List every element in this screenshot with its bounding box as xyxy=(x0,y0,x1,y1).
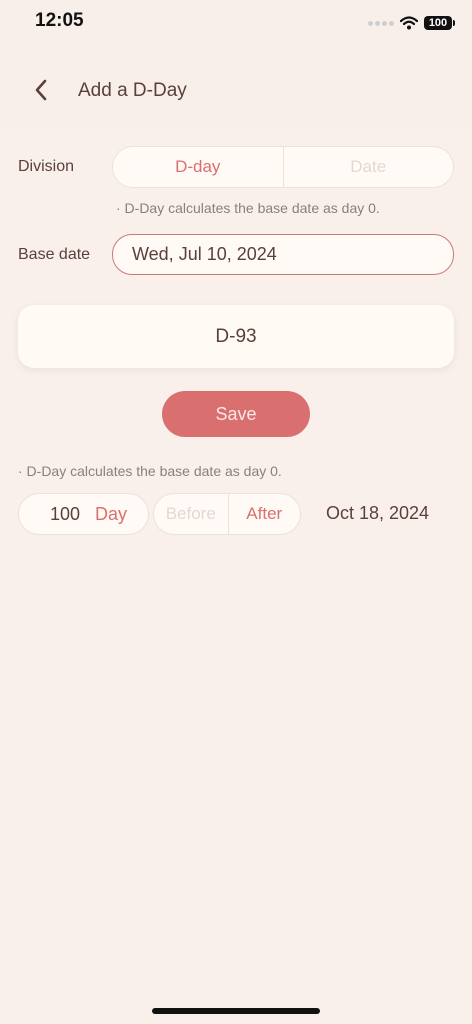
division-option-dday[interactable]: D-day xyxy=(113,147,284,187)
division-option-date[interactable]: Date xyxy=(284,147,454,187)
direction-option-after[interactable]: After xyxy=(229,494,301,534)
status-icons: 100 xyxy=(368,16,455,30)
cellular-signal-icon xyxy=(368,20,394,26)
wifi-icon xyxy=(400,16,418,30)
calculator-note: · D-Day calculates the base date as day … xyxy=(18,463,282,479)
page-title: Add a D-Day xyxy=(78,80,187,101)
calculated-date: Oct 18, 2024 xyxy=(326,503,430,523)
back-chevron-icon[interactable] xyxy=(28,76,56,104)
direction-option-before[interactable]: Before xyxy=(154,494,229,534)
status-time: 12:05 xyxy=(35,10,84,31)
dday-result-value: D-93 xyxy=(215,325,257,347)
base-date-field[interactable]: Wed, Jul 10, 2024 xyxy=(112,234,454,275)
dday-result-card: D-93 xyxy=(18,305,454,368)
direction-segmented-control: Before After xyxy=(153,493,301,535)
save-button[interactable]: Save xyxy=(162,391,310,437)
division-label: Division xyxy=(18,158,75,175)
base-date-value: Wed, Jul 10, 2024 xyxy=(132,244,277,264)
status-bar: 12:05 100 xyxy=(0,0,472,44)
division-note: · D-Day calculates the base date as day … xyxy=(116,200,380,216)
day-unit-label: Day xyxy=(95,503,128,524)
home-indicator xyxy=(152,1008,320,1014)
division-segmented-control: D-day Date xyxy=(112,146,454,188)
day-amount-value: 100 xyxy=(50,503,81,524)
base-date-label: Base date xyxy=(18,246,91,263)
battery-icon: 100 xyxy=(424,16,455,30)
navigation-header: Add a D-Day xyxy=(0,52,472,129)
day-amount-field[interactable]: 100 Day xyxy=(18,493,149,535)
